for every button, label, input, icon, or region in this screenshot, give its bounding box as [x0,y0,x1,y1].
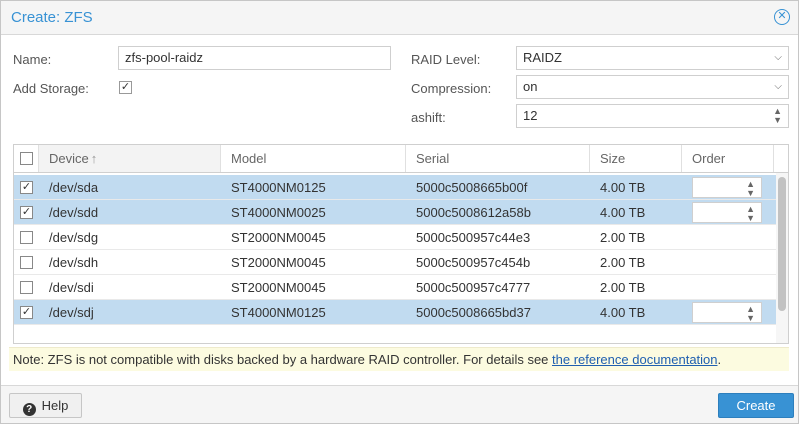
row-checkbox[interactable] [20,281,33,294]
select-all-checkbox[interactable] [20,152,33,165]
sort-ascending-icon: ↑ [90,151,98,166]
select-all-header [14,145,39,172]
model-cell: ST4000NM0025 [231,205,326,220]
device-cell: /dev/sdi [49,280,94,295]
table-row[interactable]: /dev/sdh ST2000NM0045 5000c500957c454b 2… [14,250,776,275]
grid-scrollbar[interactable] [776,173,788,343]
size-cell: 4.00 TB [600,305,646,320]
reference-documentation-link[interactable]: the reference documentation [552,352,718,367]
add-storage-label: Add Storage: [13,81,89,96]
spinner-arrows-icon[interactable]: ▲ ▼ [746,180,755,198]
ashift-value: 12 [523,108,538,123]
compression-select[interactable]: on ⌵ [516,75,789,99]
raid-level-label: RAID Level: [411,52,481,67]
help-button-label: Help [41,398,69,413]
ashift-label: ashift: [411,110,446,125]
column-header-model[interactable]: Model [221,145,406,172]
name-label: Name: [13,52,52,67]
note-text: Note: ZFS is not compatible with disks b… [13,352,553,367]
order-spinner[interactable]: ▲ ▼ [692,202,762,223]
column-header-serial[interactable]: Serial [406,145,590,172]
name-input[interactable]: zfs-pool-raidz [118,46,391,70]
model-cell: ST4000NM0125 [231,180,326,195]
dialog-titlebar: Create: ZFS ✕ [1,1,798,35]
column-label-device: Device [49,151,89,166]
size-cell: 2.00 TB [600,230,646,245]
table-row[interactable]: ✓ /dev/sda ST4000NM0125 5000c5008665b00f… [14,175,776,200]
serial-cell: 5000c5008665bd37 [416,305,531,320]
column-header-order[interactable]: Order [682,145,774,172]
order-spinner[interactable]: ▲ ▼ [692,302,762,323]
row-checkbox[interactable]: ✓ [20,181,33,194]
compression-label: Compression: [411,81,492,96]
model-cell: ST2000NM0045 [231,255,326,270]
raid-level-select[interactable]: RAIDZ ⌵ [516,46,789,70]
serial-cell: 5000c5008612a58b [416,205,531,220]
table-row[interactable]: ✓ /dev/sdd ST4000NM0025 5000c5008612a58b… [14,200,776,225]
spinner-arrows-icon[interactable]: ▲ ▼ [773,107,782,125]
device-cell: /dev/sdj [49,305,94,320]
row-checkbox[interactable] [20,231,33,244]
chevron-down-icon: ⌵ [774,52,782,63]
dialog-title: Create: ZFS [11,9,93,26]
add-storage-checkbox[interactable]: ✓ [119,81,132,94]
ashift-spinner[interactable]: 12 ▲ ▼ [516,104,789,128]
size-cell: 2.00 TB [600,280,646,295]
create-button[interactable]: Create [718,393,794,418]
chevron-down-icon: ⌵ [774,81,782,92]
model-cell: ST2000NM0045 [231,230,326,245]
model-cell: ST2000NM0045 [231,280,326,295]
compression-value: on [523,79,538,94]
row-checkbox[interactable]: ✓ [20,306,33,319]
grid-header: Device ↑ Model Serial Size Order [14,145,788,173]
serial-cell: 5000c500957c44e3 [416,230,531,245]
size-cell: 4.00 TB [600,205,646,220]
help-button[interactable]: ? Help [9,393,82,418]
table-row[interactable]: /dev/sdg ST2000NM0045 5000c500957c44e3 2… [14,225,776,250]
raid-level-value: RAIDZ [523,50,562,65]
help-icon: ? [22,403,36,416]
disk-grid: Device ↑ Model Serial Size Order ✓ /dev/s… [13,144,789,344]
row-checkbox[interactable]: ✓ [20,206,33,219]
dialog-footer: ? Help Create [1,385,798,423]
row-checkbox[interactable] [20,256,33,269]
device-cell: /dev/sdd [49,205,99,220]
device-cell: /dev/sda [49,180,99,195]
device-cell: /dev/sdh [49,255,99,270]
table-row[interactable]: /dev/sdi ST2000NM0045 5000c500957c4777 2… [14,275,776,300]
column-header-device[interactable]: Device ↑ [39,145,221,172]
zfs-raid-note: Note: ZFS is not compatible with disks b… [9,347,789,371]
create-zfs-dialog: Create: ZFS ✕ Name: zfs-pool-raidz Add S… [0,0,799,424]
spinner-arrows-icon[interactable]: ▲ ▼ [746,205,755,223]
order-spinner[interactable]: ▲ ▼ [692,177,762,198]
serial-cell: 5000c5008665b00f [416,180,528,195]
spinner-arrows-icon[interactable]: ▲ ▼ [746,305,755,323]
size-cell: 2.00 TB [600,255,646,270]
close-icon[interactable]: ✕ [774,9,790,25]
note-suffix: . [717,352,722,367]
table-row[interactable]: ✓ /dev/sdj ST4000NM0125 5000c5008665bd37… [14,300,776,325]
model-cell: ST4000NM0125 [231,305,326,320]
serial-cell: 5000c500957c454b [416,255,531,270]
scrollbar-thumb[interactable] [778,177,786,311]
column-header-size[interactable]: Size [590,145,682,172]
serial-cell: 5000c500957c4777 [416,280,531,295]
size-cell: 4.00 TB [600,180,646,195]
device-cell: /dev/sdg [49,230,99,245]
